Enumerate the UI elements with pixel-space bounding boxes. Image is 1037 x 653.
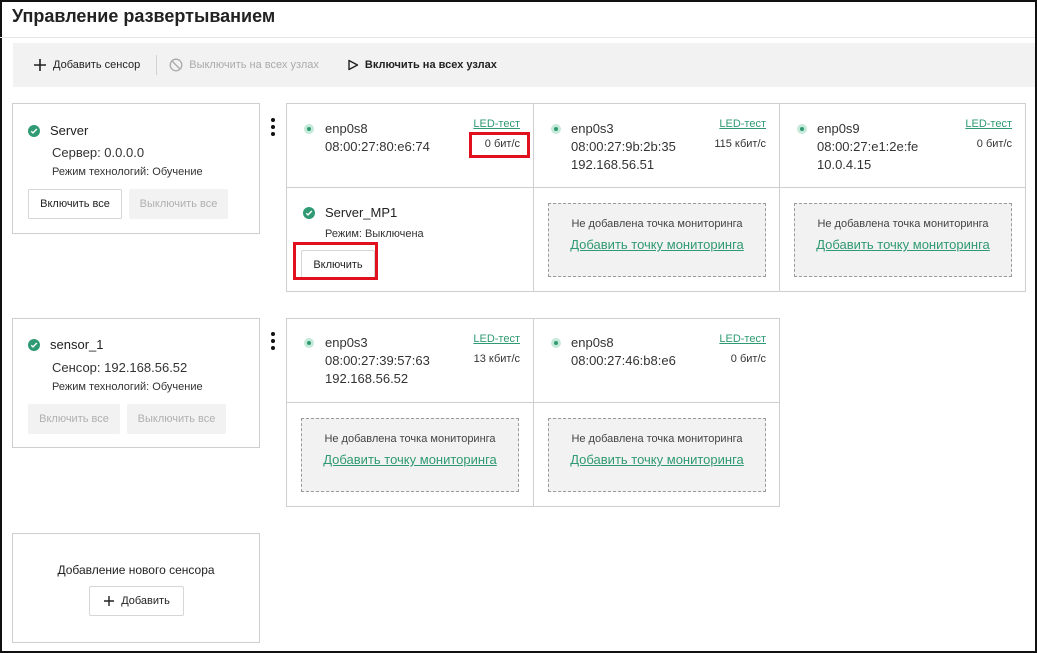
- interface-ip: 10.0.4.15: [817, 157, 872, 172]
- plus-icon: [104, 596, 115, 606]
- interface-cell: enp0s3 08:00:27:9b:2b:35 192.168.56.51 L…: [534, 104, 779, 187]
- interface-rate: 0 бит/с: [976, 138, 1012, 150]
- interface-cell: enp0s8 08:00:27:46:b8:e6 LED-тест 0 бит/…: [534, 319, 779, 402]
- monitoring-point-title: Server_MP1: [303, 205, 397, 220]
- node-address: Сервер: 0.0.0.0: [52, 145, 145, 160]
- disable-all-button[interactable]: Выключить все: [127, 404, 226, 434]
- node-card-server: Server Сервер: 0.0.0.0 Режим технологий:…: [12, 103, 260, 234]
- interface-ip: 192.168.56.51: [571, 157, 655, 172]
- interface-cell: enp0s9 08:00:27:e1:2e:fe 10.0.4.15 LED-т…: [780, 104, 1025, 187]
- monitoring-point-name: Server_MP1: [325, 205, 398, 220]
- add-sensor-label: Добавить сенсор: [53, 59, 141, 71]
- node-title: sensor_1: [28, 337, 103, 352]
- interfaces-grid-sensor: enp0s3 08:00:27:39:57:63 192.168.56.52 L…: [286, 318, 780, 507]
- add-monitoring-point-link[interactable]: Добавить точку мониторинга: [549, 452, 765, 467]
- add-sensor-button[interactable]: Добавить сенсор: [33, 58, 140, 72]
- node-card-sensor: sensor_1 Сенсор: 192.168.56.52 Режим тех…: [12, 318, 260, 448]
- placeholder-text: Не добавлена точка мониторинга: [324, 433, 496, 445]
- placeholder-text: Не добавлена точка мониторинга: [571, 433, 743, 445]
- disable-all-nodes-button[interactable]: Выключить на всех узлах: [169, 58, 319, 72]
- disable-all-button[interactable]: Выключить все: [129, 189, 228, 219]
- interface-cell: enp0s3 08:00:27:39:57:63 192.168.56.52 L…: [287, 319, 533, 402]
- interface-ip: 192.168.56.52: [325, 371, 409, 386]
- monitoring-point-mode: Режим: Выключена: [325, 228, 424, 240]
- check-circle-icon: [303, 206, 315, 219]
- status-dot-icon: [551, 338, 561, 348]
- kebab-menu-icon[interactable]: [271, 332, 275, 353]
- page-title: Управление развертыванием: [12, 6, 276, 26]
- placeholder-text: Не добавлена точка мониторинга: [571, 218, 743, 230]
- toolbar: Добавить сенсор Выключить на всех узлах …: [13, 43, 1035, 87]
- node-name: sensor_1: [50, 337, 104, 352]
- interface-mac: 08:00:27:9b:2b:35: [571, 139, 676, 154]
- add-new-sensor-label: Добавить: [121, 595, 170, 607]
- interfaces-grid-server: enp0s8 08:00:27:80:e6:74 LED-тест 0 бит/…: [286, 103, 1026, 292]
- interface-mac: 08:00:27:e1:2e:fe: [817, 139, 919, 154]
- interface-name: enp0s8: [571, 335, 614, 350]
- add-monitoring-point-link[interactable]: Добавить точку мониторинга: [549, 237, 765, 252]
- led-test-link[interactable]: LED-тест: [719, 118, 766, 130]
- grid-divider: [287, 402, 779, 403]
- led-test-link[interactable]: LED-тест: [473, 333, 520, 345]
- interface-name: enp0s9: [817, 121, 860, 136]
- enable-all-nodes-button[interactable]: Включить на всех узлах: [347, 59, 497, 71]
- toolbar-divider: [156, 55, 158, 75]
- node-mode: Режим технологий: Обучение: [52, 166, 203, 178]
- interface-name: enp0s3: [325, 335, 368, 350]
- highlight-enable-button-box: [293, 242, 378, 280]
- node-name: Server: [50, 123, 89, 138]
- play-icon: [348, 59, 359, 71]
- monitoring-placeholder: Не добавлена точка мониторинга Добавить …: [794, 203, 1012, 277]
- kebab-menu-icon[interactable]: [271, 118, 275, 139]
- interface-mac: 08:00:27:80:e6:74: [325, 139, 430, 154]
- add-monitoring-point-link[interactable]: Добавить точку мониторинга: [302, 452, 518, 467]
- led-test-link[interactable]: LED-тест: [473, 118, 520, 130]
- enable-all-button[interactable]: Включить все: [28, 404, 120, 434]
- disabled-circle-icon: [169, 58, 183, 72]
- monitoring-placeholder: Не добавлена точка мониторинга Добавить …: [548, 203, 766, 277]
- interface-mac: 08:00:27:39:57:63: [325, 353, 430, 368]
- new-sensor-card: Добавление нового сенсора Добавить: [12, 533, 260, 643]
- node-address: Сенсор: 192.168.56.52: [52, 360, 188, 375]
- status-dot-icon: [304, 338, 314, 348]
- interface-name: enp0s8: [325, 121, 368, 136]
- plus-icon: [34, 59, 46, 71]
- interface-rate: 0 бит/с: [730, 353, 766, 365]
- status-dot-icon: [551, 124, 561, 134]
- enable-all-nodes-label: Включить на всех узлах: [364, 59, 497, 71]
- new-sensor-title: Добавление нового сенсора: [57, 563, 215, 577]
- disable-all-nodes-label: Выключить на всех узлах: [189, 59, 319, 71]
- enable-all-button[interactable]: Включить все: [28, 189, 122, 219]
- led-test-link[interactable]: LED-тест: [965, 118, 1012, 130]
- add-new-sensor-button[interactable]: Добавить: [89, 586, 184, 616]
- status-dot-icon: [304, 124, 314, 134]
- monitoring-placeholder: Не добавлена точка мониторинга Добавить …: [548, 418, 766, 492]
- interface-rate: 13 кбит/с: [473, 353, 520, 365]
- status-dot-icon: [797, 124, 807, 134]
- interface-rate: 115 кбит/с: [714, 138, 766, 150]
- interface-name: enp0s3: [571, 121, 614, 136]
- node-title: Server: [28, 123, 88, 138]
- led-test-link[interactable]: LED-тест: [719, 333, 766, 345]
- title-divider: [0, 37, 1035, 38]
- highlight-rate-box: [469, 132, 530, 158]
- check-circle-icon: [28, 338, 40, 351]
- interface-mac: 08:00:27:46:b8:e6: [571, 353, 676, 368]
- check-circle-icon: [28, 124, 40, 137]
- monitoring-placeholder: Не добавлена точка мониторинга Добавить …: [301, 418, 519, 492]
- placeholder-text: Не добавлена точка мониторинга: [817, 218, 989, 230]
- node-mode: Режим технологий: Обучение: [52, 381, 203, 393]
- add-monitoring-point-link[interactable]: Добавить точку мониторинга: [795, 237, 1011, 252]
